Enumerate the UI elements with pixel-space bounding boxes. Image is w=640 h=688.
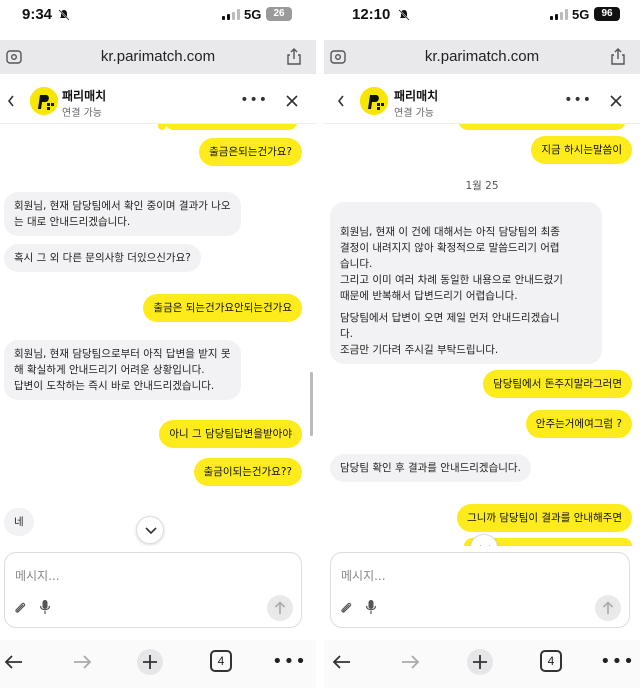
signal-icon <box>550 9 568 20</box>
bell-mute-icon <box>398 9 410 21</box>
more-icon[interactable]: ••• <box>564 92 592 108</box>
chevron-left-icon[interactable] <box>336 94 346 108</box>
message-list[interactable]: 출금은되는건가요? 회원님, 현재 담당팀에서 확인 중이며 결과가 나오 는 … <box>0 124 316 546</box>
message-bubble-mine: 출금은되는건가요? <box>199 138 302 166</box>
message-bubble-partial <box>458 124 626 130</box>
chevron-down-icon <box>480 545 490 546</box>
message-bubble-theirs: 혹시 그 외 다른 문의사항 더있으신가요? <box>4 244 201 272</box>
avatar-logo <box>30 87 58 115</box>
browser-toolbar: 4 ••• <box>324 640 640 688</box>
message-bubble-partial <box>164 124 298 130</box>
send-arrow-icon <box>274 601 286 614</box>
message-bubble-theirs: 회원님, 현재 이 건에 대해서는 아직 담당팀의 최종 결정이 내려지지 않아… <box>330 202 602 364</box>
battery-icon: 96 <box>594 7 620 21</box>
message-bubble-mine: 안주는거에여그럼 ? <box>525 410 632 438</box>
message-text: 담당팀에서 답변이 오면 제일 먼저 안내드리겠습니 다. 조금만 기다려 주시… <box>340 312 560 356</box>
send-button[interactable] <box>267 595 293 621</box>
chevron-left-icon[interactable] <box>6 94 16 108</box>
browser-toolbar: 4 ••• <box>0 640 316 688</box>
signal-icon <box>222 9 240 20</box>
close-icon[interactable] <box>610 95 622 107</box>
share-icon[interactable] <box>610 48 626 66</box>
menu-dots-icon[interactable]: ••• <box>600 651 635 672</box>
chat-title: 패리매치 <box>62 89 107 103</box>
chat-title: 패리매치 <box>394 89 439 103</box>
chevron-down-icon <box>145 527 157 535</box>
avatar-logo <box>360 87 388 115</box>
url-text[interactable]: kr.parimatch.com <box>324 48 640 65</box>
back-arrow-icon[interactable] <box>332 652 352 672</box>
message-bubble-mine: 출금이되는건가요?? <box>193 458 302 486</box>
message-bubble-theirs: 회원님, 현재 담당팀에서 확인 중이며 결과가 나오 는 대로 안내드리겠습니… <box>4 192 241 236</box>
message-text: 회원님, 현재 이 건에 대해서는 아직 담당팀의 최종 결정이 내려지지 않아… <box>340 226 563 302</box>
clock: 12:10 <box>352 6 391 23</box>
tabs-icon[interactable]: 4 <box>210 650 232 672</box>
mic-icon[interactable] <box>39 599 51 615</box>
right-screenshot: 12:10 5G 96 kr.parimatch.com 패리매치 연결 가능 … <box>324 0 640 688</box>
back-arrow-icon[interactable] <box>4 652 24 672</box>
forward-arrow-icon[interactable] <box>72 652 92 672</box>
message-bubble-theirs: 네 <box>4 508 34 536</box>
plus-icon[interactable] <box>136 648 164 676</box>
message-bubble-mine: 담당팀에서 돈주지말라그러면 <box>483 370 632 398</box>
message-bubble-mine: 그니까 담당팀이 결과를 안내해주면 <box>457 504 632 532</box>
send-arrow-icon <box>602 601 614 614</box>
close-icon[interactable] <box>286 95 298 107</box>
network-type: 5G <box>572 7 590 22</box>
scroll-to-bottom-button[interactable] <box>136 516 164 544</box>
scrollbar[interactable] <box>310 372 313 436</box>
network-type: 5G <box>244 7 262 22</box>
bell-mute-icon <box>58 9 70 21</box>
avatar <box>30 87 58 115</box>
tabs-icon[interactable]: 4 <box>540 650 562 672</box>
message-bubble-mine: 지금 하시는말씀이 <box>531 136 632 164</box>
message-list[interactable]: 지금 하시는말씀이 1월 25 회원님, 현재 이 건에 대해서는 아직 담당팀… <box>324 124 640 546</box>
clock: 9:34 <box>22 6 53 23</box>
paperclip-icon[interactable] <box>339 601 353 615</box>
scroll-to-bottom-button[interactable] <box>470 534 498 546</box>
message-bubble-mine: 출금은 되는건가요안되는건가요 <box>143 294 302 322</box>
forward-arrow-icon[interactable] <box>400 652 420 672</box>
more-icon[interactable]: ••• <box>240 92 268 108</box>
chat-header: 패리매치 연결 가능 ••• <box>0 78 316 124</box>
message-composer[interactable]: 메시지... <box>330 552 630 628</box>
status-bar: 12:10 5G 96 <box>324 0 640 34</box>
message-input[interactable]: 메시지... <box>15 567 60 584</box>
message-bubble-theirs: 담당팀 확인 후 결과를 안내드리겠습니다. <box>330 454 531 482</box>
chat-status: 연결 가능 <box>394 108 434 119</box>
paperclip-icon[interactable] <box>13 601 27 615</box>
url-text[interactable]: kr.parimatch.com <box>0 48 316 65</box>
left-screenshot: 9:34 5G 26 kr.parimatch.com 패리매치 연결 가능 •… <box>0 0 316 688</box>
battery-icon: 26 <box>266 7 292 21</box>
status-bar: 9:34 5G 26 <box>0 0 316 34</box>
address-bar[interactable]: kr.parimatch.com <box>0 40 316 74</box>
chat-header: 패리매치 연결 가능 ••• <box>324 78 640 124</box>
message-bubble-mine: 아니 그 담당팀답변을받아야 <box>159 420 302 448</box>
address-bar[interactable]: kr.parimatch.com <box>324 40 640 74</box>
send-button[interactable] <box>595 595 621 621</box>
mic-icon[interactable] <box>365 599 377 615</box>
plus-icon[interactable] <box>466 648 494 676</box>
date-separator: 1월 25 <box>465 180 499 192</box>
message-bubble-theirs: 회원님, 현재 담당팀으로부터 아직 답변을 받지 못 해 확실하게 안내드리기… <box>4 340 241 400</box>
avatar <box>360 87 388 115</box>
share-icon[interactable] <box>286 48 302 66</box>
message-composer[interactable]: 메시지... <box>4 552 302 628</box>
chat-status: 연결 가능 <box>62 108 102 119</box>
menu-dots-icon[interactable]: ••• <box>272 651 307 672</box>
message-input[interactable]: 메시지... <box>341 567 386 584</box>
divider <box>316 0 324 688</box>
